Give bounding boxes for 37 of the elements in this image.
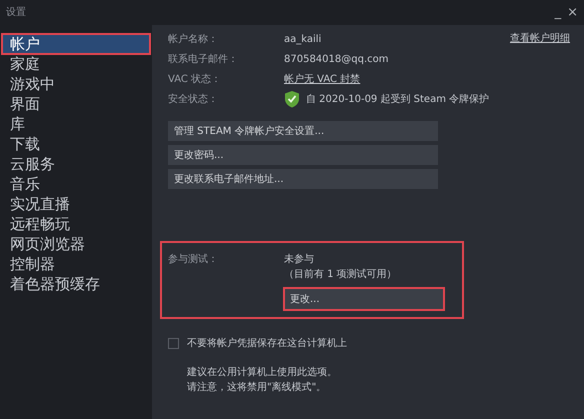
field-label: 参与测试： (168, 252, 219, 267)
sidebar-item[interactable]: 实况直播 (2, 194, 150, 214)
beta-note: （目前有 1 项测试可用） (284, 268, 398, 282)
action-button[interactable]: 更改联系电子邮件地址... (168, 169, 438, 189)
action-button[interactable]: 更改密码... (168, 145, 438, 165)
hint-text: 建议在公用计算机上使用此选项。 (187, 366, 338, 380)
hint-text: 请注意，这将禁用"离线模式"。 (187, 380, 328, 395)
sidebar-item[interactable]: 着色器预缓存 (2, 274, 150, 294)
view-account-details-link[interactable]: 查看帐户明细 (510, 31, 570, 46)
change-button[interactable]: 更改... (284, 288, 444, 310)
field-value: 870584018@qq.com (284, 52, 388, 66)
sidebar-item[interactable]: 网页浏览器 (2, 234, 150, 254)
beta-status: 未参与 (284, 252, 315, 267)
field-label: 帐户名称： (168, 32, 219, 46)
checkbox[interactable] (168, 338, 179, 349)
minimize-button[interactable]: _ (554, 2, 562, 22)
window-title: 设置 (6, 6, 26, 20)
field-label: 安全状态： (168, 92, 219, 106)
sidebar-item[interactable]: 下载 (2, 134, 150, 154)
shield-icon (284, 90, 300, 108)
sidebar-item[interactable]: 库 (2, 114, 150, 134)
field-label: 联系电子邮件： (168, 52, 239, 66)
sidebar-item[interactable]: 界面 (2, 94, 150, 114)
sidebar-item[interactable]: 音乐 (2, 174, 150, 194)
checkbox-label: 不要将帐户凭据保存在这台计算机上 (187, 336, 347, 351)
sidebar-item[interactable]: 游戏中 (2, 74, 150, 94)
close-button[interactable]: × (567, 2, 578, 22)
field-label: VAC 状态： (168, 72, 222, 86)
sidebar-item[interactable]: 帐户 (2, 34, 150, 54)
sidebar-item[interactable]: 控制器 (2, 254, 150, 274)
field-value: aa_kaili (284, 32, 322, 46)
action-button[interactable]: 管理 STEAM 令牌帐户安全设置... (168, 121, 438, 141)
sidebar-item[interactable]: 云服务 (2, 154, 150, 174)
sidebar-item[interactable]: 远程畅玩 (2, 214, 150, 234)
field-value: 自 2020-10-09 起受到 Steam 令牌保护 (306, 92, 490, 106)
sidebar-item[interactable]: 家庭 (2, 54, 150, 74)
vac-status-link[interactable]: 帐户无 VAC 封禁 (284, 72, 360, 86)
